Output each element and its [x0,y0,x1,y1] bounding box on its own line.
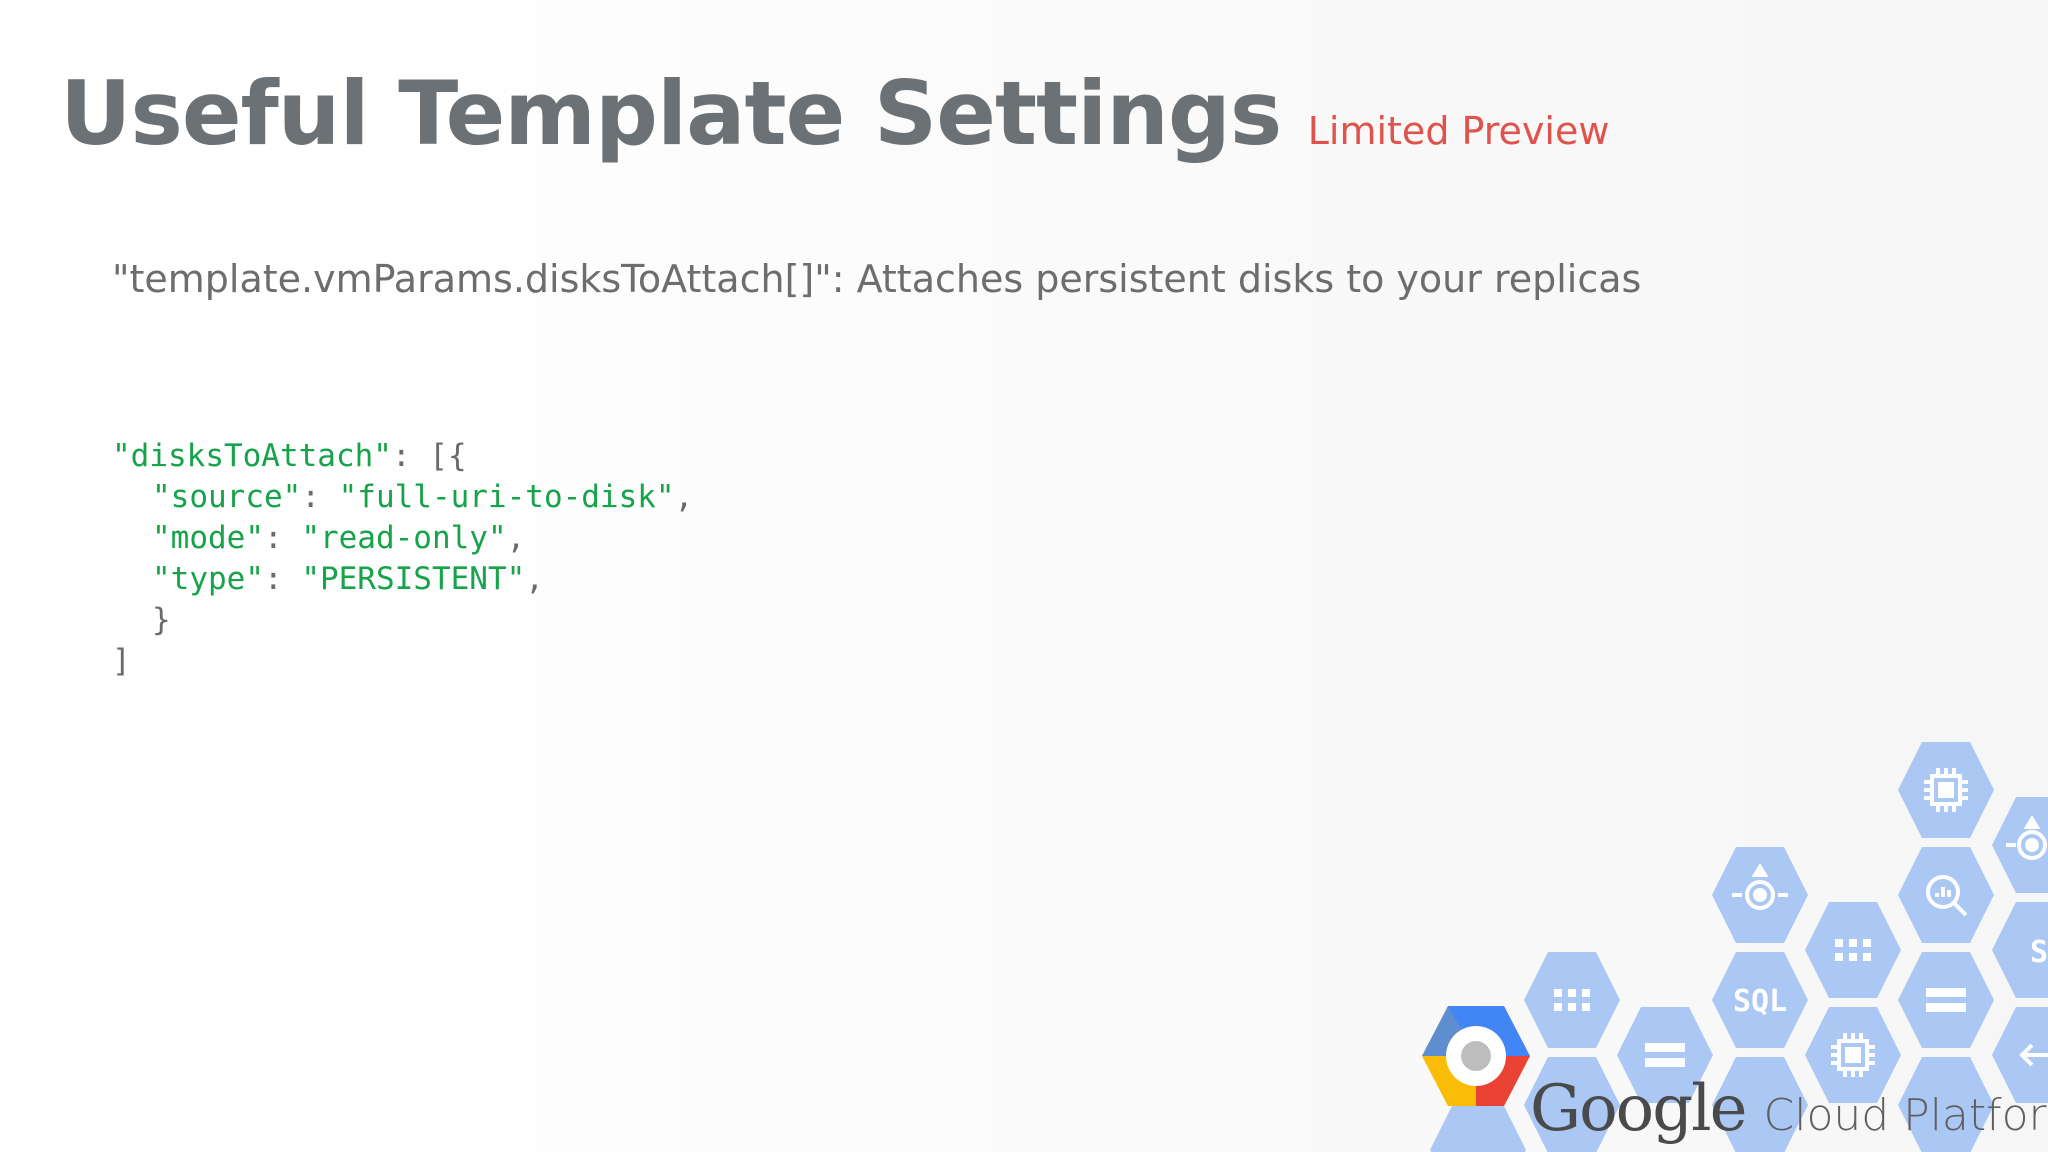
limited-preview-badge: Limited Preview [1307,109,1610,153]
code-punct: , [674,479,694,515]
code-value: "PERSISTENT" [301,561,526,597]
code-punct: } [152,602,171,638]
chip-icon [1831,1033,1875,1077]
code-value: "full-uri-to-disk" [338,479,675,515]
code-line: "source": "full-uri-to-disk", [112,477,693,518]
code-key: "disksToAttach" [112,438,392,474]
code-line: "mode": "read-only", [112,518,693,559]
hexagon [1898,952,1994,1048]
gcp-hexagon-logo [1422,1006,1530,1106]
code-punct: , [506,520,526,556]
brand-wordmark: Google Cloud Platform [1530,1072,2048,1146]
hexagon [1524,952,1620,1048]
chip-icon [1924,768,1968,812]
sql-icon: SQL [2030,935,2048,970]
code-punct: : [263,561,302,597]
code-punct: : [263,520,302,556]
code-key: "mode" [152,520,264,556]
code-line: ] [112,641,693,682]
cloud-platform-wordmark: Cloud Platform [1763,1090,2048,1141]
code-key: "source" [152,479,302,515]
google-wordmark: Google [1530,1072,1747,1146]
code-punct: , [525,561,544,597]
code-punct: : [{ [391,438,467,474]
code-line: } [112,600,693,641]
code-punct: : [301,479,339,515]
sql-label: SQL [2030,935,2048,970]
code-line: "disksToAttach": [{ [112,436,693,477]
code-block: "disksToAttach": [{"source": "full-uri-t… [112,436,693,682]
title-row: Useful Template Settings Limited Preview [60,62,1609,165]
sql-icon: SQL [1733,984,1787,1019]
slide: Useful Template Settings Limited Preview… [0,0,2048,1152]
code-line: "type": "PERSISTENT", [112,559,693,600]
code-punct: ] [112,643,131,679]
code-value: "read-only" [301,520,507,556]
hexagon [1898,847,1994,943]
hexagon [1805,902,1901,998]
sql-label: SQL [1733,984,1787,1019]
code-key: "type" [152,561,264,597]
slide-description: "template.vmParams.disksToAttach[]": Att… [112,257,1642,301]
slide-title: Useful Template Settings [60,62,1282,165]
